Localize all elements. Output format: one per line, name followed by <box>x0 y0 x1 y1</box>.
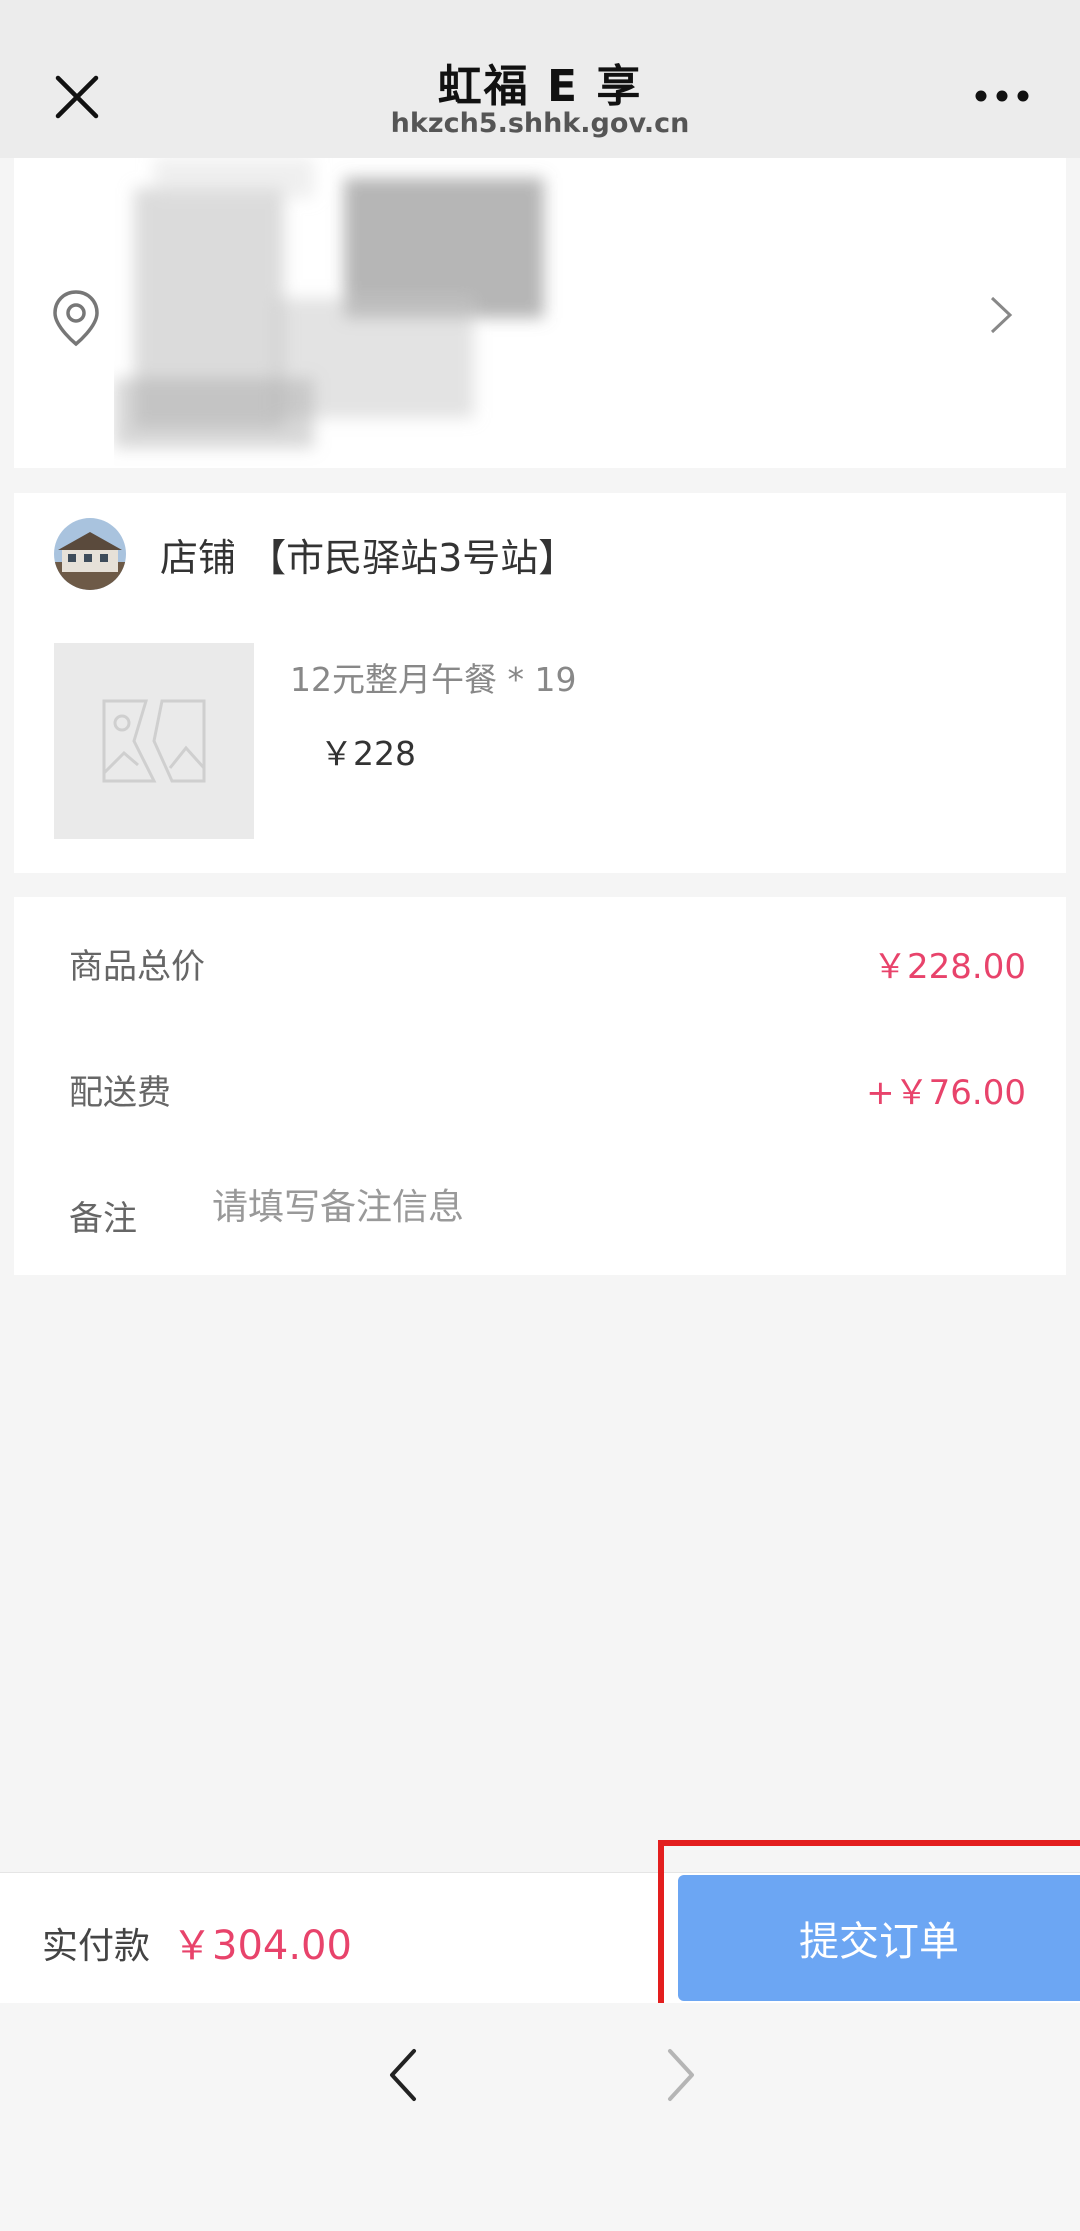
order-item-card: 店铺 【市民驿站3号站】 12元整月午餐 * 19 ￥228 <box>14 493 1066 873</box>
browser-nav-bar <box>0 2003 1080 2231</box>
price-summary-card: 商品总价 ￥228.00 配送费 +￥76.00 备注 <box>14 897 1066 1275</box>
redacted-address-scribble <box>114 158 544 448</box>
delivery-fee-label: 配送费 <box>69 1073 171 1113</box>
page-url: hkzch5.shhk.gov.cn <box>390 108 690 139</box>
more-icon[interactable] <box>974 88 1030 104</box>
shop-avatar <box>54 518 126 590</box>
checkout-bar: 实付款 ￥304.00 提交订单 <box>0 1872 1080 2004</box>
remark-label: 备注 <box>69 1199 137 1239</box>
product-price: ￥228 <box>320 734 416 773</box>
location-pin-icon <box>53 290 99 347</box>
subtotal-value: ￥228.00 <box>873 947 1026 987</box>
remark-input[interactable] <box>212 1187 912 1228</box>
page-title: 虹福 E 享 <box>437 61 643 112</box>
address-card[interactable] <box>14 158 1066 468</box>
image-placeholder-icon <box>102 699 206 783</box>
forward-arrow-icon[interactable] <box>660 2045 700 2105</box>
shop-name: 店铺 【市民驿站3号站】 <box>160 536 577 580</box>
product-image <box>54 643 254 839</box>
product-name: 12元整月午餐 * 19 <box>290 660 577 699</box>
pay-amount: ￥304.00 <box>172 1923 352 1969</box>
chevron-right-icon <box>990 296 1013 334</box>
back-arrow-icon[interactable] <box>384 2045 424 2105</box>
subtotal-label: 商品总价 <box>69 947 205 987</box>
top-bar: 虹福 E 享 hkzch5.shhk.gov.cn <box>0 0 1080 158</box>
submit-order-button[interactable]: 提交订单 <box>678 1875 1080 2001</box>
pay-label: 实付款 <box>42 1926 151 1967</box>
delivery-fee-value: +￥76.00 <box>866 1073 1026 1113</box>
